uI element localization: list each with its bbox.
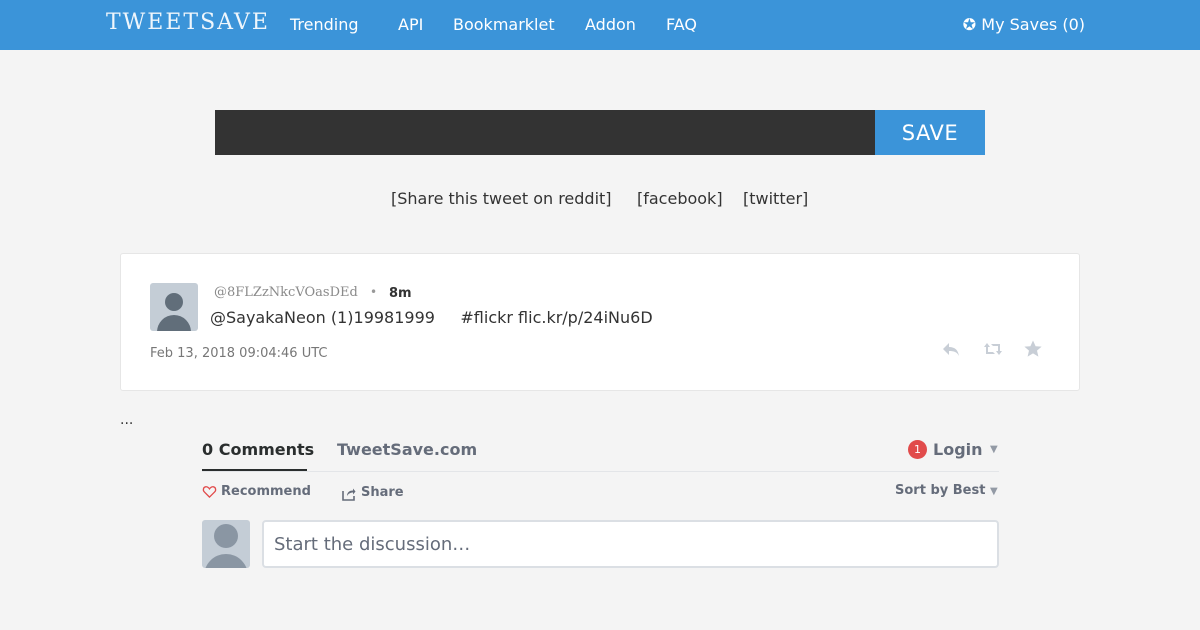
nav-bookmarklet[interactable]: Bookmarklet: [453, 15, 555, 34]
ellipsis-text: ...: [120, 412, 134, 428]
tab-site-name[interactable]: TweetSave.com: [337, 440, 477, 459]
retweet-icon[interactable]: [982, 339, 1004, 361]
user-avatar: [202, 520, 250, 568]
share-twitter-link[interactable]: [twitter]: [743, 189, 808, 208]
tweet-separator: •: [370, 285, 378, 299]
recommend-button[interactable]: Recommend: [221, 484, 311, 499]
avatar-body-shape: [157, 315, 191, 331]
avatar-head-shape: [165, 293, 183, 311]
tab-comments[interactable]: 0 Comments: [202, 440, 314, 459]
avatar-body-shape: [204, 554, 248, 568]
top-nav-bar: TWEETSAVE Trending API Bookmarklet Addon…: [0, 0, 1200, 50]
avatar-head-shape: [214, 524, 238, 548]
nav-trending[interactable]: Trending: [290, 15, 359, 34]
nav-faq[interactable]: FAQ: [666, 15, 697, 34]
tweet-card: @8FLZzNkcVOasDEd • 8m @SayakaNeon (1)199…: [120, 253, 1080, 391]
tweet-text: @SayakaNeon (1)19981999 #flickr flic.kr/…: [210, 308, 653, 327]
reply-icon[interactable]: [940, 339, 962, 361]
my-saves-link[interactable]: ✪ My Saves (0): [963, 15, 1085, 34]
heart-icon[interactable]: [202, 484, 217, 499]
nav-api[interactable]: API: [398, 15, 423, 34]
nav-addon[interactable]: Addon: [585, 15, 636, 34]
save-button[interactable]: SAVE: [875, 110, 985, 155]
site-logo[interactable]: TWEETSAVE: [106, 10, 270, 35]
share-button[interactable]: Share: [361, 485, 404, 500]
tweet-date: Feb 13, 2018 09:04:46 UTC: [150, 346, 328, 361]
share-icon[interactable]: [342, 486, 356, 501]
share-reddit-link[interactable]: [Share this tweet on reddit]: [391, 189, 612, 208]
sort-chevron-down-icon[interactable]: ▼: [990, 486, 998, 497]
tweet-url-input[interactable]: [215, 110, 875, 155]
comments-divider: [202, 471, 999, 472]
tweet-avatar[interactable]: [150, 283, 198, 331]
favorite-icon[interactable]: [1022, 339, 1044, 361]
login-chevron-down-icon[interactable]: ▼: [990, 444, 998, 455]
notification-badge[interactable]: 1: [908, 440, 927, 459]
tweet-handle[interactable]: @8FLZzNkcVOasDEd: [214, 285, 358, 300]
share-facebook-link[interactable]: [facebook]: [637, 189, 723, 208]
tweet-time: 8m: [389, 286, 412, 301]
login-button[interactable]: Login: [933, 440, 983, 459]
discussion-input[interactable]: [262, 520, 999, 568]
sort-dropdown[interactable]: Sort by Best: [895, 483, 985, 498]
